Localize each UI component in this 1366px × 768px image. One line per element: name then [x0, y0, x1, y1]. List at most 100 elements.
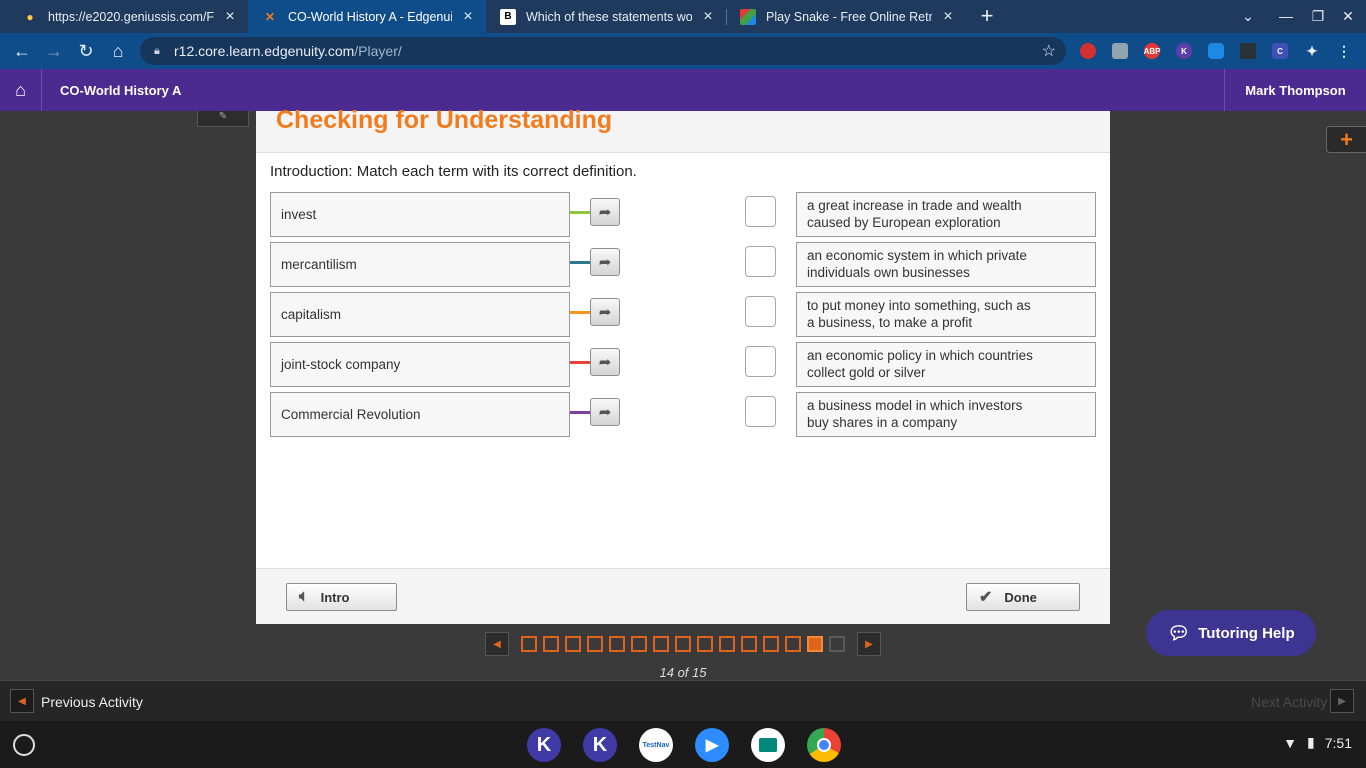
pager-next-arrow-icon[interactable]: ▶ [857, 632, 881, 656]
answer-drop-box[interactable] [745, 196, 776, 227]
next-activity-link: Next Activity [1251, 694, 1328, 710]
pager-page-box[interactable] [631, 636, 647, 652]
connector-line [570, 211, 590, 214]
course-title: CO-World History A [60, 83, 182, 98]
match-arrow-button[interactable]: ➦ [590, 398, 620, 426]
pager-page-box[interactable] [543, 636, 559, 652]
back-arrow-icon[interactable]: ← [10, 39, 34, 63]
system-tray[interactable]: ▼ ▮ 7:51 [1283, 734, 1352, 751]
tab-title: https://e2020.geniussis.com/FE [48, 9, 214, 24]
extension-people-icon[interactable] [1112, 43, 1128, 59]
pager-page-box[interactable] [829, 636, 845, 652]
edgenuity-icon: ✕ [264, 9, 276, 24]
tab-brainly[interactable]: B Which of these statements woul × [486, 0, 726, 33]
checkmark-icon: ✔ [979, 589, 993, 606]
pager-page-box[interactable] [565, 636, 581, 652]
term-card[interactable]: invest [270, 192, 570, 237]
new-tab-plus-icon[interactable]: + [974, 3, 1000, 28]
intro-label: Intro [320, 589, 350, 605]
forward-arrow-icon[interactable]: → [42, 39, 66, 63]
extension-red-icon[interactable] [1080, 43, 1096, 59]
close-icon[interactable]: × [700, 8, 716, 25]
home-icon[interactable]: ⌂ [106, 39, 130, 63]
connector-line [570, 261, 590, 264]
zoom-app-icon[interactable]: ▶ [695, 728, 729, 762]
match-arrow-button[interactable]: ➦ [590, 248, 620, 276]
google-meet-icon[interactable] [751, 728, 785, 762]
answer-drop-box[interactable] [745, 246, 776, 277]
close-window-icon[interactable]: ✕ [1337, 6, 1359, 26]
answer-drop-box[interactable] [745, 396, 776, 427]
done-button[interactable]: ✔ Done [966, 583, 1080, 611]
tutoring-help-button[interactable]: 💬︎ Tutoring Help [1146, 610, 1316, 656]
kami-app-icon[interactable]: K [527, 728, 561, 762]
user-name[interactable]: Mark Thompson [1224, 69, 1366, 111]
speaker-icon: 🔈︎ [299, 588, 309, 605]
pager-page-box[interactable] [653, 636, 669, 652]
pager-page-box[interactable] [741, 636, 757, 652]
previous-activity-link[interactable]: Previous Activity [41, 694, 143, 710]
close-icon[interactable]: × [460, 8, 476, 25]
more-menu-icon[interactable]: ⋮ [1336, 43, 1352, 59]
activity-title: Checking for Understanding [276, 106, 613, 134]
tab-geniussis[interactable]: ● https://e2020.geniussis.com/FE × [8, 0, 248, 33]
site-home-icon[interactable]: ⌂ [0, 69, 42, 111]
pager-page-box[interactable] [697, 636, 713, 652]
adblock-icon[interactable]: ABP [1144, 43, 1160, 59]
tab-title: CO-World History A - Edgenuity.c [288, 9, 452, 24]
address-bar[interactable]: 🔒︎ r12.core.learn.edgenuity.com/Player/ … [140, 37, 1066, 65]
expand-plus-icon[interactable]: + [1326, 126, 1366, 153]
close-icon[interactable]: × [222, 8, 238, 25]
pager-page-box[interactable] [521, 636, 537, 652]
kami-extension-icon[interactable]: K [1176, 43, 1192, 59]
tutoring-label: Tutoring Help [1198, 624, 1295, 642]
pager-page-box[interactable] [587, 636, 603, 652]
pager-label: 14 of 15 [659, 665, 707, 680]
pager-page-box[interactable] [675, 636, 691, 652]
activity-footer: 🔈︎ Intro ✔ Done [256, 568, 1110, 624]
match-arrow-button[interactable]: ➦ [590, 298, 620, 326]
pager-page-box[interactable] [763, 636, 779, 652]
previous-arrow-icon[interactable]: ◀ [10, 689, 34, 713]
bookmark-star-icon[interactable]: ☆ [1042, 41, 1056, 61]
pen-tool-tab[interactable]: ✎ [197, 111, 249, 127]
close-icon[interactable]: × [940, 8, 956, 25]
launcher-circle-icon[interactable] [13, 734, 35, 756]
pager-page-box[interactable] [719, 636, 735, 652]
term-card[interactable]: capitalism [270, 292, 570, 337]
tab-snake[interactable]: Play Snake - Free Online Retro Ga × [726, 0, 966, 33]
pager-prev-arrow-icon[interactable]: ◀ [485, 632, 509, 656]
pager-page-box[interactable] [609, 636, 625, 652]
brainly-icon: B [500, 8, 516, 25]
match-arrow-button[interactable]: ➦ [590, 348, 620, 376]
lightbulb-icon: ● [26, 9, 34, 24]
restore-icon[interactable]: ❐ [1307, 6, 1329, 26]
pearson-testnav-icon[interactable]: TestNav [639, 728, 673, 762]
tab-search-chevron-icon[interactable]: ⌄ [1237, 6, 1259, 26]
activity-header: Checking for Understanding [256, 106, 1110, 153]
definition-card: a great increase in trade and wealth caus… [796, 192, 1096, 237]
term-card[interactable]: Commercial Revolution [270, 392, 570, 437]
screen-extension-icon[interactable] [1240, 43, 1256, 59]
term-card[interactable]: mercantilism [270, 242, 570, 287]
clock: 7:51 [1324, 734, 1352, 751]
next-arrow-icon: ▶ [1330, 689, 1354, 713]
term-card[interactable]: joint-stock company [270, 342, 570, 387]
tab-edgenuity[interactable]: ✕ CO-World History A - Edgenuity.c × [248, 0, 486, 33]
kami-app-icon[interactable]: K [583, 728, 617, 762]
shield-extension-icon[interactable] [1208, 43, 1224, 59]
match-arrow-button[interactable]: ➦ [590, 198, 620, 226]
answer-drop-box[interactable] [745, 296, 776, 327]
minimize-icon[interactable]: — [1275, 6, 1297, 26]
connector-line [570, 411, 590, 414]
pager-page-box[interactable] [785, 636, 801, 652]
answer-drop-box[interactable] [745, 346, 776, 377]
intro-button[interactable]: 🔈︎ Intro [286, 583, 397, 611]
battery-icon: ▮ [1307, 734, 1315, 750]
reload-icon[interactable]: ↻ [74, 39, 98, 63]
puzzle-extensions-icon[interactable]: ✦ [1304, 43, 1320, 59]
chrome-app-icon[interactable] [807, 728, 841, 762]
c-extension-icon[interactable]: C [1272, 43, 1288, 59]
pager-page-box[interactable] [807, 636, 823, 652]
browser-tab-strip: ● https://e2020.geniussis.com/FE × ✕ CO-… [0, 0, 1366, 33]
